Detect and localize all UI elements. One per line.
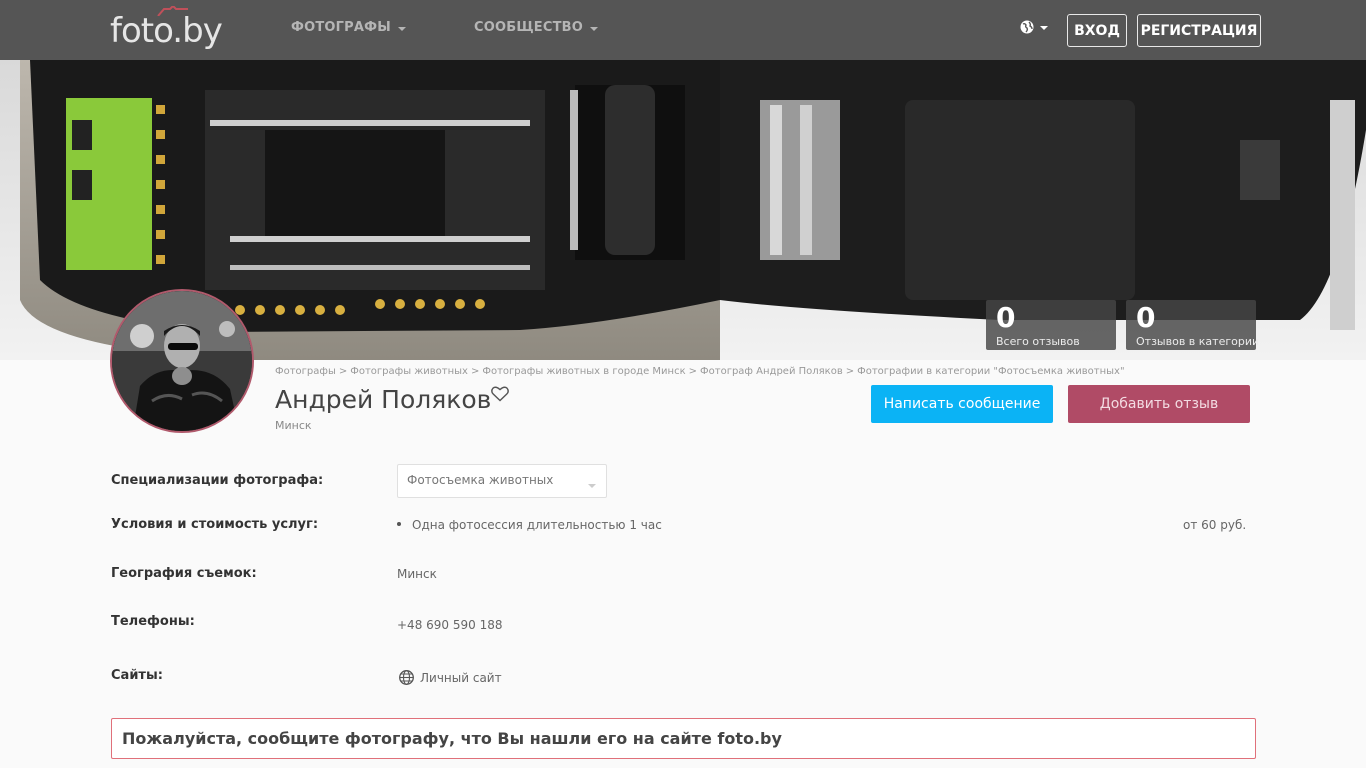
- nav-photographers[interactable]: ФОТОГРАФЫ: [291, 20, 406, 35]
- personal-site-link[interactable]: Личный сайт: [399, 670, 502, 685]
- geography-label: География съемок:: [111, 566, 257, 581]
- notice-banner: Пожалуйста, сообщите фотографу, что Вы н…: [111, 718, 1256, 759]
- globe-icon: [1020, 20, 1034, 34]
- breadcrumb-item[interactable]: Фотографы животных в городе Минск: [482, 366, 685, 377]
- breadcrumb-separator: >: [688, 366, 698, 377]
- stat-total-reviews-label: Всего отзывов: [996, 335, 1080, 348]
- breadcrumb-item[interactable]: Фотографии в категории "Фотосъемка живот…: [857, 366, 1124, 377]
- write-message-button[interactable]: Написать сообщение: [871, 385, 1053, 423]
- globe-icon: [399, 670, 414, 685]
- breadcrumb-item[interactable]: Фотографы: [275, 366, 336, 377]
- stat-category-reviews: 0 Отзывов в категории: [1126, 300, 1260, 350]
- nav-photographers-label: ФОТОГРАФЫ: [291, 20, 391, 35]
- breadcrumb: Фотографы > Фотографы животных > Фотографы ж…: [275, 366, 1125, 377]
- chevron-down-icon: [588, 484, 596, 488]
- chevron-down-icon: [590, 26, 599, 31]
- stat-category-reviews-label: Отзывов в категории: [1136, 335, 1260, 348]
- specialization-select-value: Фотосъемка животных: [407, 473, 554, 487]
- service-name: Одна фотосессия длительностью 1 час: [412, 518, 662, 532]
- notice-text: Пожалуйста, сообщите фотографу, что Вы н…: [122, 729, 782, 748]
- top-navbar: foto.by ФОТОГРАФЫ СООБЩЕСТВО ВХОД РЕГИСТ…: [0, 0, 1366, 60]
- specializations-label: Специализации фотографа:: [111, 473, 324, 488]
- stat-total-reviews: 0 Всего отзывов: [986, 300, 1116, 350]
- logo-text: foto.by: [110, 11, 223, 51]
- stat-total-reviews-value: 0: [996, 301, 1016, 334]
- avatar[interactable]: [110, 289, 254, 433]
- nav-community-label: СООБЩЕСТВО: [474, 20, 584, 35]
- service-price: от 60 руб.: [1183, 518, 1247, 532]
- favorite-heart-icon[interactable]: [491, 386, 509, 406]
- sites-label: Сайты:: [111, 668, 163, 683]
- breadcrumb-item[interactable]: Фотографы животных: [350, 366, 468, 377]
- geography-value: Минск: [397, 567, 437, 581]
- language-selector[interactable]: [1020, 20, 1048, 34]
- personal-site-label: Личный сайт: [420, 670, 502, 685]
- photographer-photo: [112, 291, 252, 431]
- breadcrumb-item[interactable]: Фотограф Андрей Поляков: [700, 366, 843, 377]
- conditions-label: Условия и стоимость услуг:: [111, 517, 319, 532]
- add-review-button[interactable]: Добавить отзыв: [1068, 385, 1250, 423]
- register-button[interactable]: РЕГИСТРАЦИЯ: [1137, 14, 1261, 47]
- nav-community[interactable]: СООБЩЕСТВО: [474, 20, 599, 35]
- photographer-name: Андрей Поляков: [275, 385, 492, 414]
- breadcrumb-separator: >: [338, 366, 348, 377]
- site-logo[interactable]: foto.by: [110, 6, 242, 52]
- phone-value[interactable]: +48 690 590 188: [397, 618, 502, 632]
- breadcrumb-separator: >: [845, 366, 855, 377]
- chevron-down-icon: [397, 26, 406, 31]
- photographer-city: Минск: [275, 419, 312, 432]
- login-button[interactable]: ВХОД: [1067, 14, 1127, 47]
- phones-label: Телефоны:: [111, 614, 195, 629]
- chevron-down-icon: [1040, 26, 1048, 30]
- list-bullet: [397, 522, 401, 526]
- stat-category-reviews-value: 0: [1136, 301, 1156, 334]
- specialization-select[interactable]: Фотосъемка животных: [397, 464, 607, 498]
- breadcrumb-separator: >: [470, 366, 480, 377]
